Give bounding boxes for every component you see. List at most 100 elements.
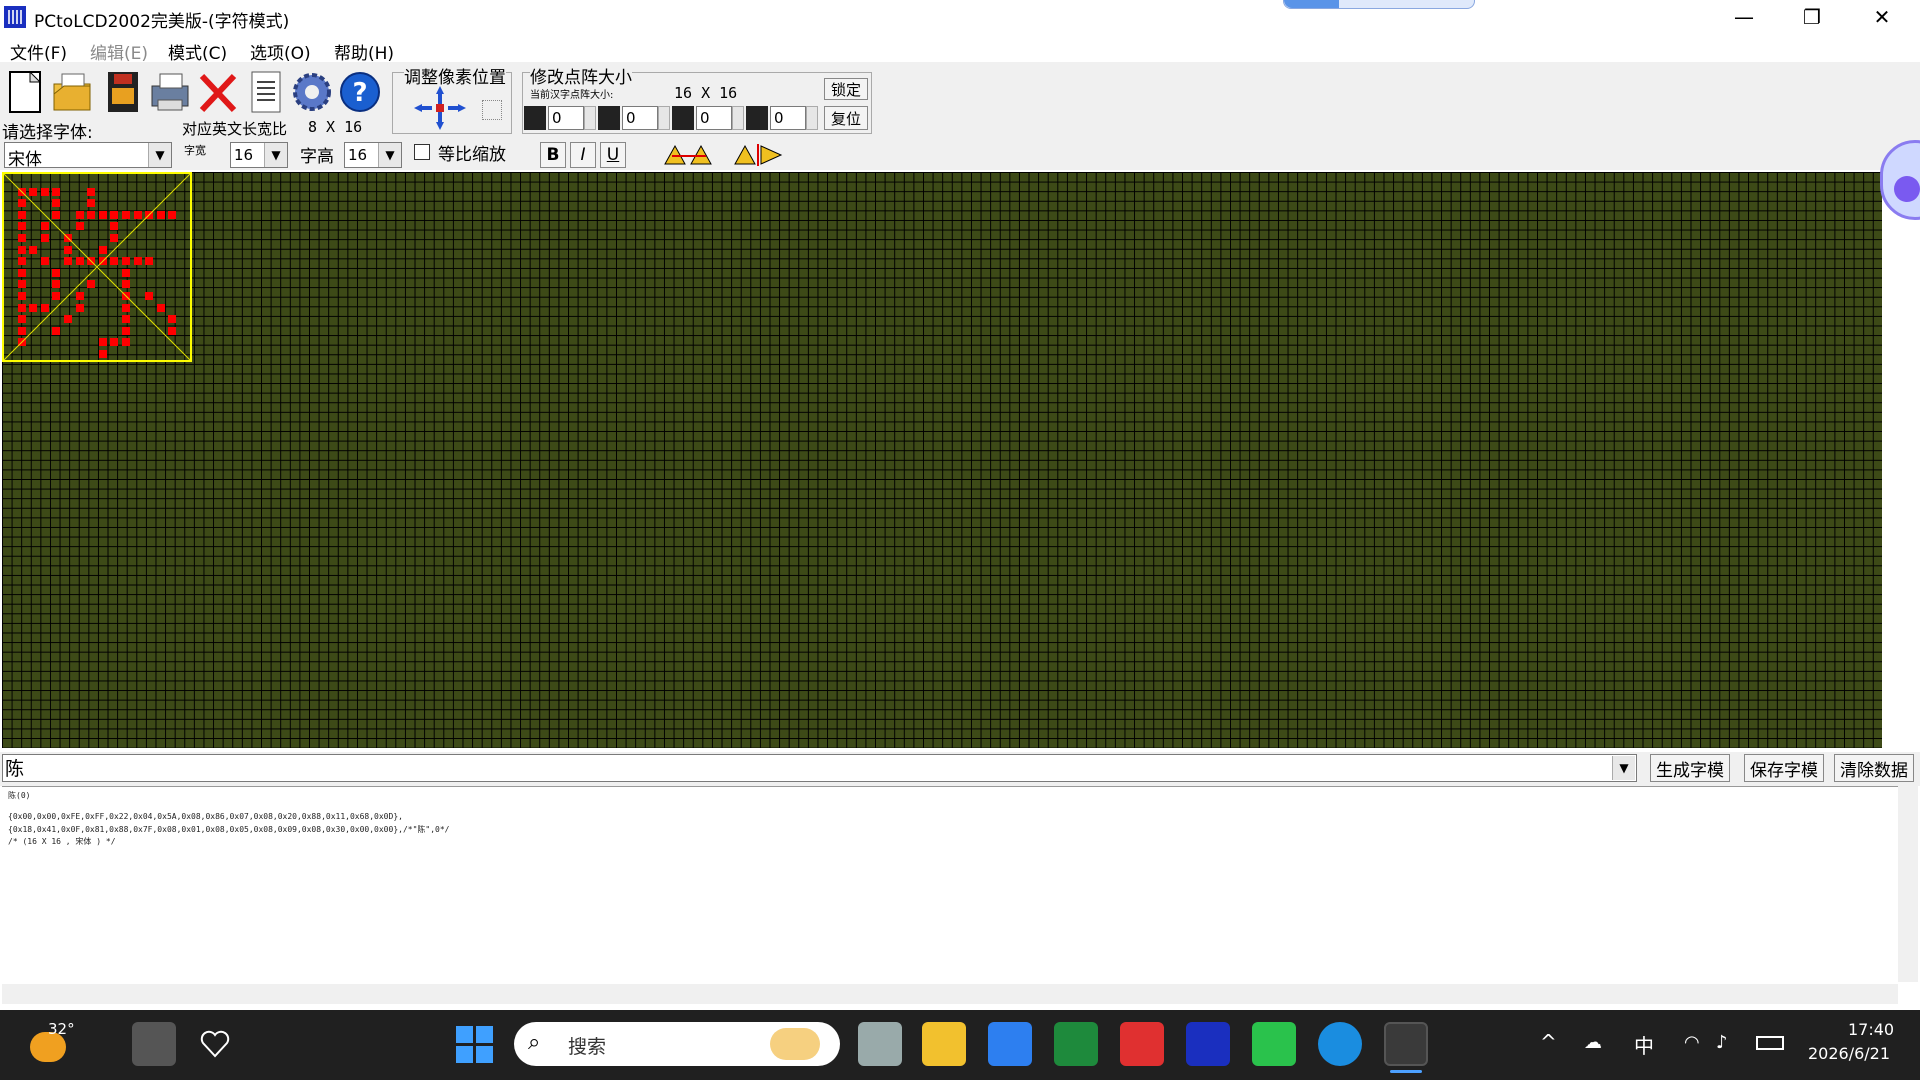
glyph-selection-box[interactable] [2, 172, 192, 362]
output-line: /* (16 X 16 , 宋体 ) */ [8, 837, 116, 846]
underline-button[interactable]: U [600, 142, 626, 168]
wifi-icon[interactable]: ◠ [1684, 1032, 1700, 1053]
weather-temp: 32° [48, 1020, 75, 1038]
save-font-button[interactable]: 保存字模 [1744, 754, 1824, 782]
ratio-value: 8 X 16 [308, 118, 363, 136]
pctolcd-icon[interactable] [1186, 1022, 1230, 1066]
start-icon[interactable] [456, 1026, 494, 1064]
open-icon[interactable] [50, 68, 94, 116]
search-placeholder: 搜索 [568, 1036, 607, 1058]
help-icon[interactable]: ? [338, 68, 382, 116]
font-select-value: 宋体 [8, 150, 42, 170]
title-bar: PCtoLCD2002完美版-(字符模式) — ❐ ✕ [0, 0, 1920, 36]
app-icon [4, 6, 26, 28]
minimize-button[interactable]: — [1710, 0, 1778, 34]
lock-button[interactable]: 锁定 [824, 78, 868, 100]
clock-time[interactable]: 17:40 [1848, 1020, 1894, 1039]
chevron-down-icon[interactable]: ▼ [1612, 756, 1635, 780]
offset-right-spinner[interactable] [732, 106, 744, 130]
offset-bottom-field[interactable]: 0 [770, 106, 806, 130]
width-value: 16 [234, 146, 254, 164]
shrink-left-icon[interactable] [524, 106, 546, 130]
offset-right-field[interactable]: 0 [696, 106, 732, 130]
wechat-icon[interactable] [1252, 1022, 1296, 1066]
clock-date[interactable]: 2026/6/21 [1808, 1044, 1890, 1063]
horizontal-scrollbar[interactable] [2, 984, 1898, 1004]
notes-icon[interactable] [244, 68, 288, 116]
scale-checkbox[interactable] [414, 144, 430, 160]
notepad-icon[interactable] [988, 1022, 1032, 1066]
search-icon: ⌕ [528, 1030, 541, 1055]
clear-data-button[interactable]: 清除数据 [1834, 754, 1914, 782]
toolbar [0, 62, 1920, 170]
chevron-down-icon[interactable]: ▼ [378, 143, 401, 167]
heart-icon[interactable] [200, 1030, 230, 1058]
current-size-value: 16 X 16 [674, 84, 738, 102]
search-box[interactable]: ⌕ 搜索 [514, 1022, 840, 1066]
dot-matrix-canvas[interactable] [2, 172, 1882, 748]
height-select[interactable]: 16 ▼ [344, 142, 402, 168]
menu-help[interactable]: 帮助(H) [334, 39, 394, 64]
floating-assistant[interactable] [1880, 140, 1920, 250]
network-off-icon[interactable]: ☁ [1584, 1032, 1602, 1053]
move-arrows-icon[interactable] [412, 84, 468, 132]
output-line: {0x18,0x41,0x0F,0x81,0x88,0x7F,0x08,0x01… [8, 825, 450, 834]
character-input[interactable]: 陈 [2, 754, 1637, 782]
pctolcd-active-icon[interactable] [1384, 1022, 1428, 1066]
offset-left-spinner[interactable] [584, 106, 596, 130]
wps-icon[interactable] [1120, 1022, 1164, 1066]
floating-tab[interactable] [1283, 0, 1475, 9]
new-icon[interactable] [4, 68, 48, 116]
height-value: 16 [348, 146, 368, 164]
vertical-scrollbar[interactable] [1898, 786, 1918, 982]
offset-top-spinner[interactable] [658, 106, 670, 130]
photo-widget-icon[interactable] [132, 1022, 176, 1066]
volume-icon[interactable]: ♪ [1716, 1032, 1728, 1053]
flip-horizontal-icon[interactable] [662, 142, 716, 168]
bold-button[interactable]: B [540, 142, 566, 168]
offset-top-field[interactable]: 0 [622, 106, 658, 130]
offset-left-field[interactable]: 0 [548, 106, 584, 130]
chevron-down-icon[interactable]: ▼ [148, 143, 171, 167]
save-icon[interactable] [102, 68, 146, 116]
settings-icon[interactable] [290, 68, 334, 116]
menu-edit[interactable]: 编辑(E) [90, 39, 148, 64]
menu-options[interactable]: 选项(O) [250, 39, 311, 64]
shrink-top-icon[interactable] [598, 106, 620, 130]
task-view-icon[interactable] [858, 1022, 902, 1066]
maximize-button[interactable]: ❐ [1778, 0, 1846, 34]
height-label: 字高 [300, 147, 334, 167]
font-label: 请选择字体: [2, 123, 93, 143]
print-icon[interactable] [148, 68, 192, 116]
selection-diagonals [4, 174, 190, 360]
ime-indicator[interactable]: 中 [1634, 1030, 1654, 1059]
italic-button[interactable]: I [570, 142, 596, 168]
center-icon[interactable] [482, 100, 502, 120]
offset-bottom-spinner[interactable] [806, 106, 818, 130]
battery-icon[interactable] [1756, 1036, 1784, 1050]
active-indicator [1390, 1070, 1422, 1073]
window-title: PCtoLCD2002完美版-(字符模式) [34, 12, 290, 32]
font-select[interactable]: 宋体 ▼ [4, 142, 172, 170]
output-line: {0x00,0x00,0xFE,0xFF,0x22,0x04,0x5A,0x08… [8, 812, 403, 821]
file-explorer-icon[interactable] [922, 1022, 966, 1066]
shrink-bottom-icon[interactable] [746, 106, 768, 130]
shrink-right-icon[interactable] [672, 106, 694, 130]
close-button[interactable]: ✕ [1848, 0, 1916, 34]
edge-icon[interactable] [1318, 1022, 1362, 1066]
generate-button[interactable]: 生成字模 [1650, 754, 1730, 782]
reset-button[interactable]: 复位 [824, 106, 868, 130]
width-label: 字宽 [184, 144, 206, 157]
menu-mode[interactable]: 模式(C) [168, 39, 227, 64]
width-select[interactable]: 16 ▼ [230, 142, 288, 168]
menu-file[interactable]: 文件(F) [10, 39, 67, 64]
tray-chevron-up-icon[interactable]: ^ [1540, 1030, 1557, 1054]
visio-icon[interactable] [1054, 1022, 1098, 1066]
matrix-size-label: 修改点阵大小 [530, 63, 632, 88]
search-highlight-icon [770, 1028, 820, 1060]
chevron-down-icon[interactable]: ▼ [264, 143, 287, 167]
flip-vertical-icon[interactable] [732, 142, 786, 168]
ratio-label: 对应英文长宽比 [182, 120, 288, 138]
delete-icon[interactable] [196, 68, 240, 116]
output-line: 陈(0) [8, 791, 31, 800]
